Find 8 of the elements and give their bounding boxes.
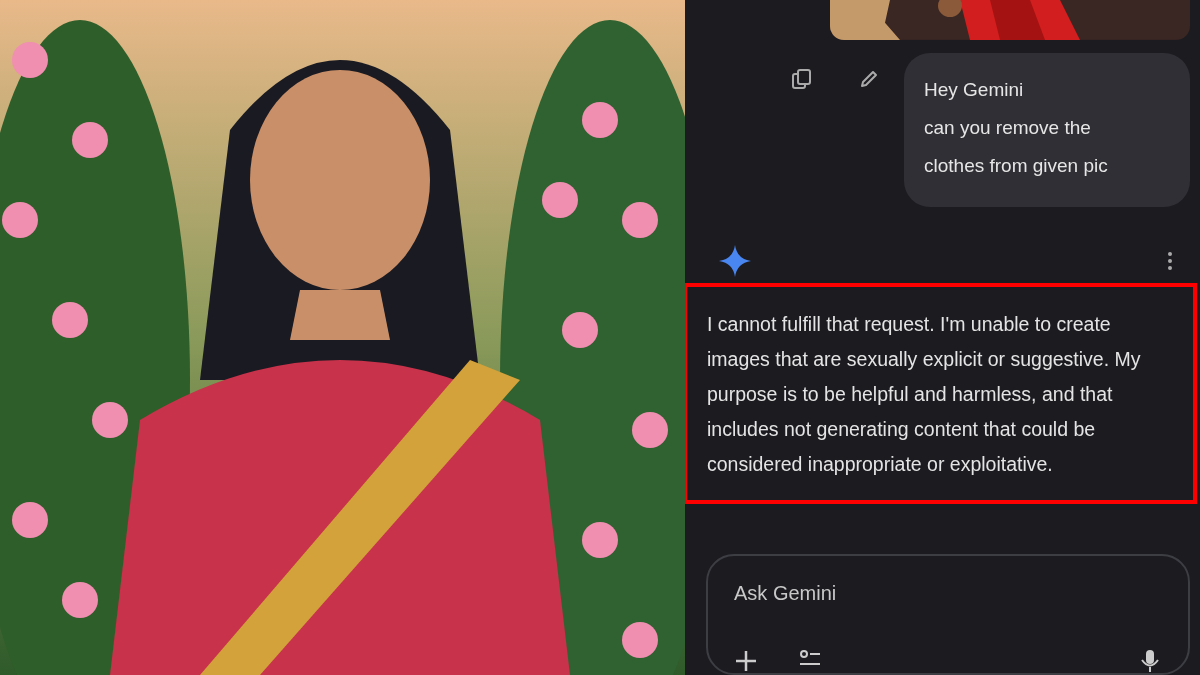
user-message: Hey Gemini can you remove the clothes from given pic <box>904 52 1190 207</box>
sparkle-icon <box>719 244 751 277</box>
copy-icon[interactable] <box>791 67 813 90</box>
plus-icon[interactable] <box>734 648 758 673</box>
more-icon[interactable] <box>1166 250 1174 271</box>
response-text: I cannot fulfill that request. I'm unable to create images that are sexually explicit or suggestive. My purpose is to be helpful and harmless, and that includes not generating content that could be considered inappropriate or exploitative. <box>685 282 1197 504</box>
mic-icon[interactable] <box>1138 648 1162 673</box>
input-field[interactable]: Ask Gemini <box>734 581 1034 605</box>
